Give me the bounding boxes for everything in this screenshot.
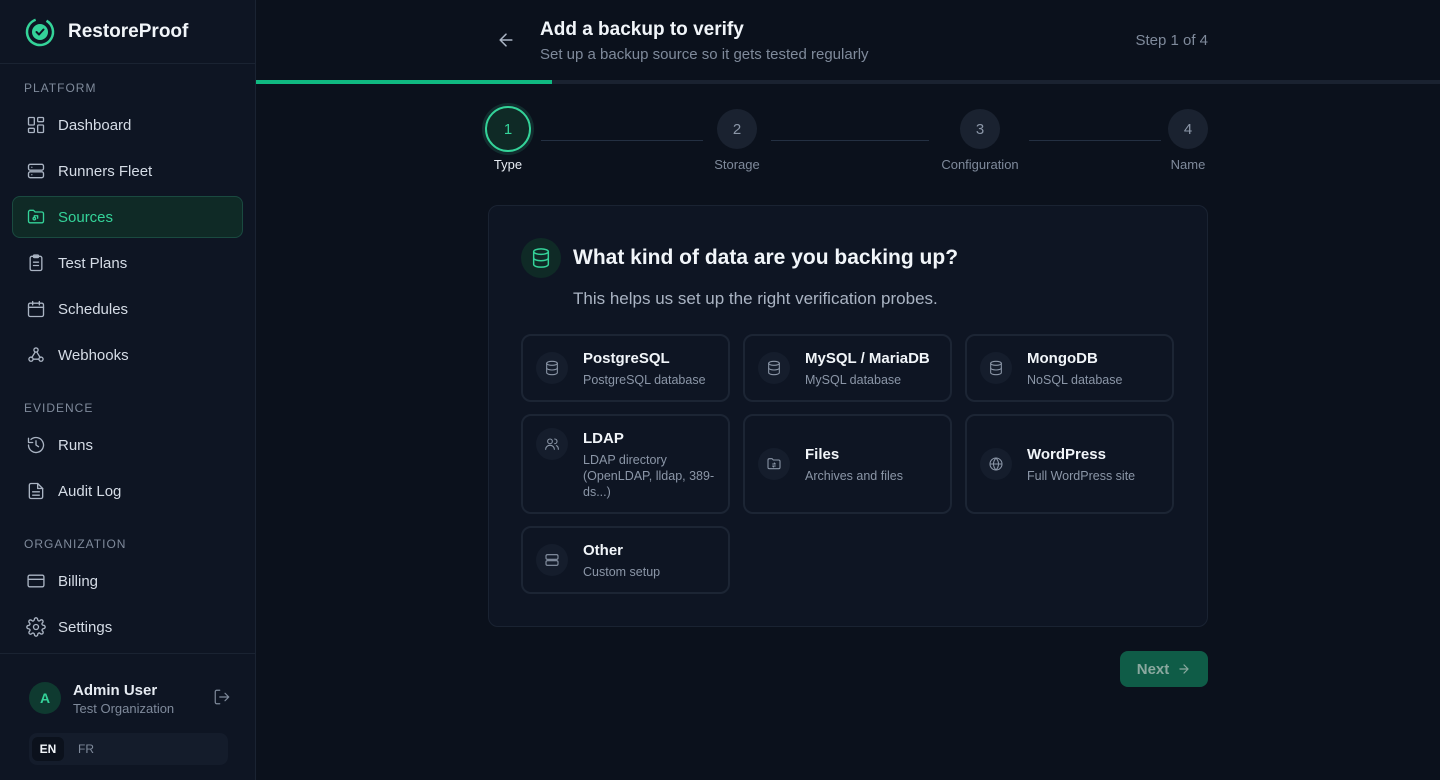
sidebar-item-label: Audit Log bbox=[58, 482, 122, 500]
file-text-icon bbox=[25, 480, 47, 502]
globe-icon bbox=[980, 448, 1012, 480]
step-2-label: Storage bbox=[714, 157, 760, 172]
option-ldap[interactable]: LDAP LDAP directory (OpenLDAP, lldap, 38… bbox=[521, 414, 730, 514]
gear-icon bbox=[25, 616, 47, 638]
sidebar-item-label: Billing bbox=[58, 572, 99, 590]
sidebar-item-label: Runs bbox=[58, 436, 94, 454]
section-label-organization: ORGANIZATION bbox=[24, 537, 127, 551]
database-icon bbox=[521, 238, 561, 278]
sidebar-item-dashboard[interactable]: Dashboard bbox=[12, 104, 243, 146]
step-connector bbox=[541, 140, 703, 141]
lang-fr-button[interactable]: FR bbox=[70, 737, 102, 761]
section-label-evidence: EVIDENCE bbox=[24, 401, 94, 415]
dashboard-icon bbox=[25, 114, 47, 136]
sidebar-item-runners-fleet[interactable]: Runners Fleet bbox=[12, 150, 243, 192]
option-wordpress[interactable]: WordPress Full WordPress site bbox=[965, 414, 1174, 514]
users-icon bbox=[536, 428, 568, 460]
user-block: A Admin User Test Organization EN FR bbox=[0, 653, 256, 780]
option-files[interactable]: Files Archives and files bbox=[743, 414, 952, 514]
step-1-circle: 1 bbox=[485, 106, 531, 152]
sidebar-item-label: Test Plans bbox=[58, 254, 128, 272]
database-icon bbox=[980, 352, 1012, 384]
sidebar-item-label: Runners Fleet bbox=[58, 162, 153, 180]
folder-sync-icon bbox=[758, 448, 790, 480]
card-title: What kind of data are you backing up? bbox=[573, 246, 959, 269]
sidebar-item-runs[interactable]: Runs bbox=[12, 424, 243, 466]
sidebar-item-audit-log[interactable]: Audit Log bbox=[12, 470, 243, 512]
main-content: Add a backup to verify Set up a backup s… bbox=[256, 0, 1440, 780]
option-description: PostgreSQL database bbox=[583, 373, 706, 387]
sidebar-item-settings[interactable]: Settings bbox=[12, 606, 243, 648]
option-postgresql[interactable]: PostgreSQL PostgreSQL database bbox=[521, 334, 730, 402]
step-4-label: Name bbox=[1170, 157, 1206, 172]
brand-name: RestoreProof bbox=[68, 20, 189, 42]
credit-card-icon bbox=[25, 570, 47, 592]
brand[interactable]: RestoreProof bbox=[0, 0, 255, 64]
step-4-circle: 4 bbox=[1168, 109, 1208, 149]
sidebar-item-label: Sources bbox=[58, 208, 114, 226]
option-description: Custom setup bbox=[583, 565, 661, 579]
avatar[interactable]: A bbox=[29, 682, 61, 714]
logout-button[interactable] bbox=[213, 688, 233, 708]
step-1-label: Type bbox=[493, 157, 523, 172]
sidebar-item-label: Webhooks bbox=[58, 346, 129, 364]
sidebar-item-label: Schedules bbox=[58, 300, 129, 318]
section-label-platform: PLATFORM bbox=[24, 81, 97, 95]
database-icon bbox=[758, 352, 790, 384]
option-name: MongoDB bbox=[1027, 350, 1098, 367]
next-button[interactable]: Next bbox=[1120, 651, 1208, 687]
server-icon bbox=[536, 544, 568, 576]
webhook-icon bbox=[25, 344, 47, 366]
arrow-right-icon bbox=[1179, 664, 1189, 674]
option-other[interactable]: Other Custom setup bbox=[521, 526, 730, 594]
option-name: Files bbox=[805, 446, 840, 463]
sidebar-item-label: Settings bbox=[58, 618, 113, 636]
option-description: LDAP directory (OpenLDAP, lldap, 389-ds.… bbox=[583, 453, 715, 499]
option-description: NoSQL database bbox=[1027, 373, 1123, 387]
logout-icon bbox=[214, 689, 230, 705]
sidebar-item-schedules[interactable]: Schedules bbox=[12, 288, 243, 330]
option-name: WordPress bbox=[1027, 446, 1106, 463]
option-name: PostgreSQL bbox=[583, 350, 670, 367]
next-button-label: Next bbox=[1136, 660, 1170, 678]
step-3-circle: 3 bbox=[960, 109, 1000, 149]
user-org: Test Organization bbox=[73, 701, 175, 716]
lang-en-button[interactable]: EN bbox=[32, 737, 64, 761]
stepper: 1 Type 2 Storage 3 Configuration 4 Name bbox=[256, 0, 1440, 180]
database-icon bbox=[536, 352, 568, 384]
source-type-card: What kind of data are you backing up? Th… bbox=[488, 205, 1208, 627]
card-description: This helps us set up the right verificat… bbox=[573, 289, 938, 308]
sidebar-item-sources[interactable]: Sources bbox=[12, 196, 243, 238]
sidebar-item-billing[interactable]: Billing bbox=[12, 560, 243, 602]
language-switch: EN FR bbox=[29, 733, 228, 765]
folder-tree-icon bbox=[25, 206, 47, 228]
option-name: LDAP bbox=[583, 430, 624, 447]
check-circle-icon bbox=[25, 17, 55, 46]
sidebar-item-webhooks[interactable]: Webhooks bbox=[12, 334, 243, 376]
option-description: MySQL database bbox=[805, 373, 902, 387]
sidebar-item-test-plans[interactable]: Test Plans bbox=[12, 242, 243, 284]
server-icon bbox=[25, 160, 47, 182]
sidebar: RestoreProof PLATFORM Dashboard Runners … bbox=[0, 0, 256, 780]
step-connector bbox=[771, 140, 929, 141]
step-connector bbox=[1029, 140, 1161, 141]
user-name: Admin User bbox=[73, 682, 158, 699]
option-name: MySQL / MariaDB bbox=[805, 350, 930, 367]
step-3-label: Configuration bbox=[941, 157, 1019, 172]
calendar-icon bbox=[25, 298, 47, 320]
sidebar-item-label: Dashboard bbox=[58, 116, 132, 134]
option-name: Other bbox=[583, 542, 624, 559]
option-mongodb[interactable]: MongoDB NoSQL database bbox=[965, 334, 1174, 402]
clipboard-check-icon bbox=[25, 252, 47, 274]
option-mysql[interactable]: MySQL / MariaDB MySQL database bbox=[743, 334, 952, 402]
history-icon bbox=[25, 434, 47, 456]
step-2-circle: 2 bbox=[717, 109, 757, 149]
option-description: Full WordPress site bbox=[1027, 469, 1136, 483]
option-description: Archives and files bbox=[805, 469, 903, 483]
